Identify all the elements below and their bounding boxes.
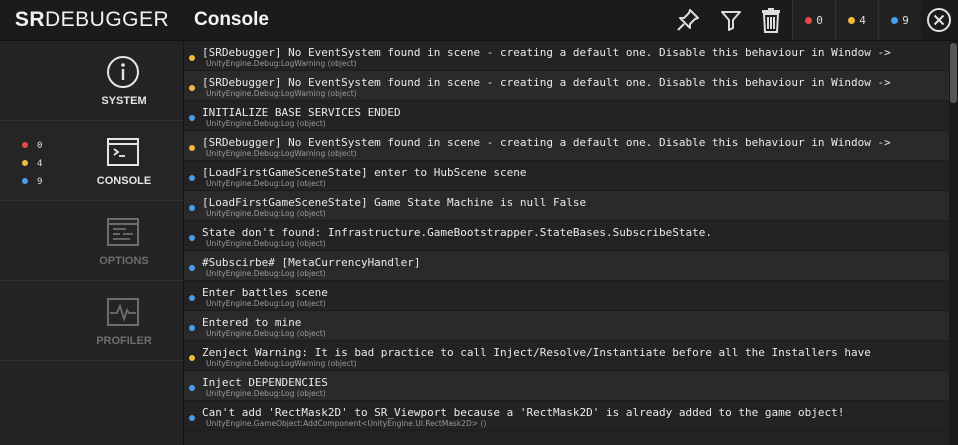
- info-dot-icon: [189, 325, 195, 331]
- log-source: UnityEngine.Debug:LogWarning (object): [206, 59, 357, 68]
- warning-dot-icon: [189, 145, 195, 151]
- sidebar-item-system[interactable]: SYSTEM: [0, 41, 183, 121]
- error-dot-icon: [805, 16, 813, 24]
- sidebar: SYSTEM 0 4 9 CONSOLE OPTIONS PROFILER: [0, 41, 184, 445]
- sidebar-item-label: CONSOLE: [96, 175, 152, 187]
- log-source: UnityEngine.Debug:LogWarning (object): [206, 359, 357, 368]
- info-dot-icon: [189, 415, 195, 421]
- log-message: [LoadFirstGameSceneState] enter to HubSc…: [202, 166, 527, 179]
- sidebar-error-count: 0: [37, 141, 43, 151]
- close-button[interactable]: [923, 4, 955, 36]
- error-count: 0: [816, 13, 823, 27]
- info-icon: [107, 56, 139, 88]
- sidebar-info-count: 9: [37, 177, 43, 187]
- page-title: Console: [194, 9, 269, 30]
- pin-icon: [677, 9, 699, 31]
- info-dot-icon: [22, 178, 28, 184]
- console-icon: [107, 138, 139, 166]
- log-entry[interactable]: State don't found: Infrastructure.GameBo…: [184, 221, 949, 251]
- log-entry[interactable]: [SRDebugger] No EventSystem found in sce…: [184, 41, 949, 71]
- options-icon: [107, 218, 139, 246]
- logo-text-bold: SR: [14, 8, 45, 31]
- log-entry[interactable]: INITIALIZE BASE SERVICES ENDED UnityEngin…: [184, 101, 949, 131]
- log-source: UnityEngine.Debug:Log (object): [206, 239, 326, 248]
- log-entry[interactable]: Inject DEPENDENCIES UnityEngine.Debug:Log…: [184, 371, 949, 401]
- profiler-icon: [107, 298, 139, 326]
- log-entry[interactable]: Can't add 'RectMask2D' to SR_Viewport be…: [184, 401, 949, 431]
- log-scrollbar[interactable]: [949, 41, 958, 445]
- log-source: UnityEngine.Debug:Log (object): [206, 389, 326, 398]
- log-entry[interactable]: Enter battles scene UnityEngine.Debug:Log…: [184, 281, 949, 311]
- log-source: UnityEngine.Debug:Log (object): [206, 269, 326, 278]
- log-entry[interactable]: [LoadFirstGameSceneState] Game State Mac…: [184, 191, 949, 221]
- log-entry[interactable]: [SRDebugger] No EventSystem found in sce…: [184, 71, 949, 101]
- sidebar-item-profiler[interactable]: PROFILER: [0, 281, 183, 361]
- log-message: Inject DEPENDENCIES: [202, 376, 328, 389]
- log-message: #Subscirbe# [MetaCurrencyHandler]: [202, 256, 421, 269]
- error-dot-icon: [22, 142, 28, 148]
- sidebar-log-counts: 0 4 9: [22, 137, 42, 191]
- warning-dot-icon: [848, 16, 856, 24]
- log-message: [SRDebugger] No EventSystem found in sce…: [202, 76, 891, 89]
- log-message: Can't add 'RectMask2D' to SR_Viewport be…: [202, 406, 845, 419]
- clear-button[interactable]: [755, 4, 787, 36]
- info-count: 9: [902, 13, 909, 27]
- sidebar-item-console[interactable]: 0 4 9 CONSOLE: [0, 121, 183, 201]
- log-message: [LoadFirstGameSceneState] Game State Mac…: [202, 196, 587, 209]
- sidebar-item-label: SYSTEM: [101, 95, 147, 107]
- close-icon: [927, 8, 951, 32]
- srdebugger-window: SR DEBUGGER Console 0 4 9 SYSTEM 0 4 9 C…: [0, 0, 958, 445]
- filter-button[interactable]: [715, 4, 747, 36]
- log-source: UnityEngine.Debug:Log (object): [206, 329, 326, 338]
- filter-icon: [721, 11, 741, 31]
- sidebar-item-label: OPTIONS: [99, 255, 149, 267]
- sidebar-item-options[interactable]: OPTIONS: [0, 201, 183, 281]
- info-dot-icon: [189, 235, 195, 241]
- log-entry[interactable]: Entered to mine UnityEngine.Debug:Log (ob…: [184, 311, 949, 341]
- info-dot-icon: [189, 175, 195, 181]
- log-source: UnityEngine.Debug:LogWarning (object): [206, 149, 357, 158]
- console-log-list[interactable]: [SRDebugger] No EventSystem found in sce…: [184, 41, 949, 445]
- log-source: UnityEngine.Debug:Log (object): [206, 119, 326, 128]
- log-source: UnityEngine.Debug:Log (object): [206, 179, 326, 188]
- warning-dot-icon: [22, 160, 28, 166]
- log-message: State don't found: Infrastructure.GameBo…: [202, 226, 712, 239]
- pin-button[interactable]: [672, 4, 704, 36]
- log-entry[interactable]: Zenject Warning: It is bad practice to c…: [184, 341, 949, 371]
- info-dot-icon: [189, 115, 195, 121]
- info-filter-toggle[interactable]: 9: [878, 0, 921, 40]
- sidebar-item-label: PROFILER: [96, 335, 152, 347]
- warning-count: 4: [859, 13, 866, 27]
- info-dot-icon: [189, 385, 195, 391]
- log-source: UnityEngine.GameObject:AddComponent<Unit…: [206, 419, 487, 428]
- info-dot-icon: [189, 205, 195, 211]
- sidebar-warning-count: 4: [37, 159, 43, 169]
- title-bar: SR DEBUGGER Console 0 4 9: [0, 0, 958, 41]
- warning-filter-toggle[interactable]: 4: [835, 0, 878, 40]
- log-entry[interactable]: [SRDebugger] No EventSystem found in sce…: [184, 131, 949, 161]
- log-entry[interactable]: #Subscirbe# [MetaCurrencyHandler] UnityEn…: [184, 251, 949, 281]
- warning-dot-icon: [189, 355, 195, 361]
- log-source: UnityEngine.Debug:Log (object): [206, 209, 326, 218]
- warning-dot-icon: [189, 55, 195, 61]
- log-source: UnityEngine.Debug:LogWarning (object): [206, 89, 357, 98]
- info-dot-icon: [891, 16, 899, 24]
- log-message: Zenject Warning: It is bad practice to c…: [202, 346, 871, 359]
- logo-text: DEBUGGER: [45, 8, 170, 31]
- log-entry[interactable]: [LoadFirstGameSceneState] enter to HubSc…: [184, 161, 949, 191]
- log-message: [SRDebugger] No EventSystem found in sce…: [202, 136, 891, 149]
- log-message: Entered to mine: [202, 316, 302, 329]
- srdebugger-logo: SR DEBUGGER: [0, 0, 184, 40]
- scrollbar-thumb[interactable]: [950, 43, 957, 103]
- log-message: Enter battles scene: [202, 286, 328, 299]
- log-message: INITIALIZE BASE SERVICES ENDED: [202, 106, 401, 119]
- info-dot-icon: [189, 295, 195, 301]
- log-message: [SRDebugger] No EventSystem found in sce…: [202, 46, 891, 59]
- log-source: UnityEngine.Debug:Log (object): [206, 299, 326, 308]
- error-filter-toggle[interactable]: 0: [792, 0, 835, 40]
- trash-icon: [762, 8, 780, 33]
- info-dot-icon: [189, 265, 195, 271]
- warning-dot-icon: [189, 85, 195, 91]
